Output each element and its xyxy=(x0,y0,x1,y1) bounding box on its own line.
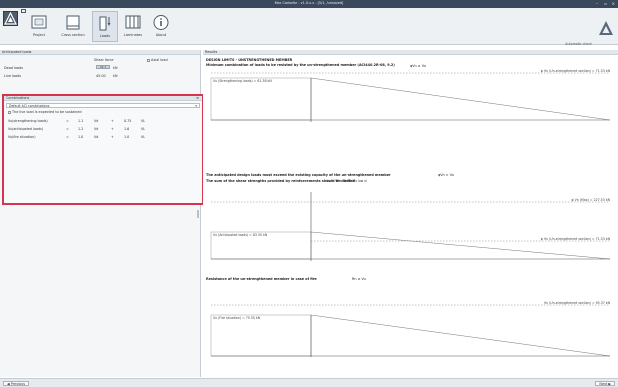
live-loads-input[interactable]: 45.00 xyxy=(96,74,106,78)
combination-row: Vu(anticipated loads) = 1.2 Vd + 1.6 VL xyxy=(8,127,198,133)
ribbon-button-laminates[interactable]: Laminates xyxy=(120,11,146,42)
combination-label: Vu(anticipated loads) xyxy=(8,127,44,131)
section3-text: Resistance of the un-strengthened member… xyxy=(206,277,317,281)
close-button[interactable]: × xyxy=(612,1,615,6)
section1-text: Minimum combination of loads to be resis… xyxy=(206,63,395,67)
section2-formula2: Vs + Vf ≤ 0.66√f'c bw d xyxy=(326,179,367,183)
results-panel: Results DESIGN LIMITS - UNSTRENGTHENED M… xyxy=(203,50,618,377)
results-header: Results xyxy=(203,50,618,55)
brand-logo-icon xyxy=(599,21,613,35)
sustained-check-box[interactable] xyxy=(8,110,11,114)
splitter-handle[interactable] xyxy=(197,210,199,218)
combination-factor-a[interactable]: 1.2 xyxy=(78,127,83,131)
arrow-right-icon: ▶ xyxy=(607,382,611,386)
combination-symbol-b: VL xyxy=(141,135,146,139)
ribbon-button-label: About xyxy=(155,33,167,37)
section3-diagram: Vn (Un-strengthened section) = 95.37 kN … xyxy=(210,301,611,357)
app-logo-icon[interactable] xyxy=(3,11,18,26)
project-icon xyxy=(31,15,47,29)
combination-symbol-b: VL xyxy=(141,127,146,131)
ribbon-button-label: Cross section xyxy=(61,33,85,37)
combinations-select-value: Default ACI combinations xyxy=(9,104,50,108)
combinations-title: Combinations xyxy=(6,96,30,100)
combination-factor-b[interactable]: 0.75 xyxy=(124,119,131,123)
previous-button[interactable]: ◀ Previous xyxy=(3,381,30,386)
info-icon xyxy=(153,15,169,30)
combination-row: Vu(strengthening loads) = 1.1 Vd + 0.75 … xyxy=(8,119,198,125)
sustained-label: The live load is expected to be sustaine… xyxy=(12,110,82,114)
section1-box-label: Vu (Strengthening loads) = 61.38 kN xyxy=(213,79,272,83)
section2-max-label: φ Vn (Max) = 227.53 kN xyxy=(571,198,610,202)
results-title: DESIGN LIMITS - UNSTRENGTHENED MEMBER xyxy=(206,58,293,62)
combinations-panel: Combinations ≡ Default ACI combinations … xyxy=(2,94,204,205)
loads-icon xyxy=(99,16,111,31)
collapse-icon[interactable]: ≡ xyxy=(196,96,199,101)
combination-label: Vu(fire situation) xyxy=(8,135,36,139)
section1-envelope xyxy=(310,77,611,121)
ribbon-button-label: Loads xyxy=(99,34,111,38)
previous-label: Previous xyxy=(10,382,26,386)
dead-loads-label: Dead loads xyxy=(4,66,24,70)
combination-row: Vu(fire situation) = 1.0 Vd + 1.0 VL xyxy=(8,135,198,141)
combination-eq: = xyxy=(66,119,69,123)
combination-plus: + xyxy=(111,127,114,131)
ribbon: Project Cross section Loads Laminates Ab… xyxy=(0,8,618,46)
dead-loads-input[interactable]: 32.1 xyxy=(96,65,110,69)
cross-section-icon xyxy=(66,15,80,30)
left-panel: Anticipated loads Shear force Axial load… xyxy=(0,50,204,377)
combination-plus: + xyxy=(111,135,114,139)
section3-envelope xyxy=(310,314,611,357)
section2-box-label: Vu (Anticipated loads) = 83.30 kN xyxy=(213,233,268,237)
combination-symbol-a: Vd xyxy=(94,119,99,123)
section1-box xyxy=(210,77,312,121)
sustained-live-load-checkbox[interactable]: The live load is expected to be sustaine… xyxy=(8,110,82,114)
live-loads-unit: kN xyxy=(113,74,118,78)
section1-diagram: φ Vn (Un-strengthened section) = 71.53 k… xyxy=(210,69,611,122)
combination-plus: + xyxy=(111,119,114,123)
title-bar: Mac Carbofor - v1.0.x.x - [5/1, /unsaved… xyxy=(0,0,618,8)
ribbon-button-label: Project xyxy=(33,33,45,37)
section3-formula: Rn ≥ Vu xyxy=(352,277,366,281)
combination-eq: = xyxy=(66,127,69,131)
section3-box xyxy=(210,314,312,357)
automatic-check-label: Automatic check xyxy=(565,42,592,46)
chevron-down-icon: ▾ xyxy=(195,104,197,108)
shear-force-column-label: Shear force xyxy=(94,58,114,62)
section3-box-label: Vu (Fire situation) = 75.55 kN xyxy=(213,316,261,320)
section1-capacity-label: φ Vn (Un-strengthened section) = 71.53 k… xyxy=(541,69,611,73)
minimize-button[interactable]: – xyxy=(596,1,598,6)
combination-factor-a[interactable]: 1.1 xyxy=(78,119,83,123)
combination-symbol-a: Vd xyxy=(94,127,99,131)
ribbon-button-about[interactable]: About xyxy=(148,11,174,42)
axial-load-label: Axial load xyxy=(151,58,168,62)
combinations-select[interactable]: Default ACI combinations ▾ xyxy=(6,103,200,108)
next-button[interactable]: Next ▶ xyxy=(595,381,615,386)
section2-diagram: φ Vn (Max) = 227.53 kN φ Vn (Un-strength… xyxy=(210,192,611,261)
combinations-header: Combinations ≡ xyxy=(4,96,202,101)
combination-symbol-a: Vd xyxy=(94,135,99,139)
dead-loads-unit: kN xyxy=(113,66,118,70)
section2-capacity-label: φ Vn (Un-strengthened section) = 71.53 k… xyxy=(541,237,611,241)
combination-factor-b[interactable]: 1.6 xyxy=(124,127,129,131)
ribbon-button-loads[interactable]: Loads xyxy=(92,11,118,42)
restore-button[interactable]: ▫ xyxy=(604,1,607,6)
combination-label: Vu(strengthening loads) xyxy=(8,119,48,123)
anticipated-loads-header: Anticipated loads xyxy=(0,50,200,55)
laminates-icon xyxy=(125,15,141,29)
ribbon-button-label: Laminates xyxy=(123,33,143,37)
combination-symbol-b: VL xyxy=(141,119,146,123)
axial-load-check-box[interactable] xyxy=(147,58,150,62)
combination-eq: = xyxy=(66,135,69,139)
ribbon-button-project[interactable]: Project xyxy=(26,11,52,42)
section2-formula1: φVn > Vu xyxy=(438,173,454,177)
live-loads-label: Live loads xyxy=(4,74,22,78)
combination-factor-a[interactable]: 1.0 xyxy=(78,135,83,139)
axial-load-checkbox[interactable]: Axial load xyxy=(147,58,168,62)
ribbon-button-cross-section[interactable]: Cross section xyxy=(60,11,86,42)
section2-text: The anticipated design loads must exceed… xyxy=(206,173,391,177)
window-title: Mac Carbofor - v1.0.x.x - [5/1, /unsaved… xyxy=(274,1,344,5)
section3-capacity-label: Vn (Un-strengthened section) = 95.37 kN xyxy=(544,301,611,305)
bottom-bar: ◀ Previous Next ▶ xyxy=(0,378,618,387)
combination-factor-b[interactable]: 1.0 xyxy=(124,135,129,139)
